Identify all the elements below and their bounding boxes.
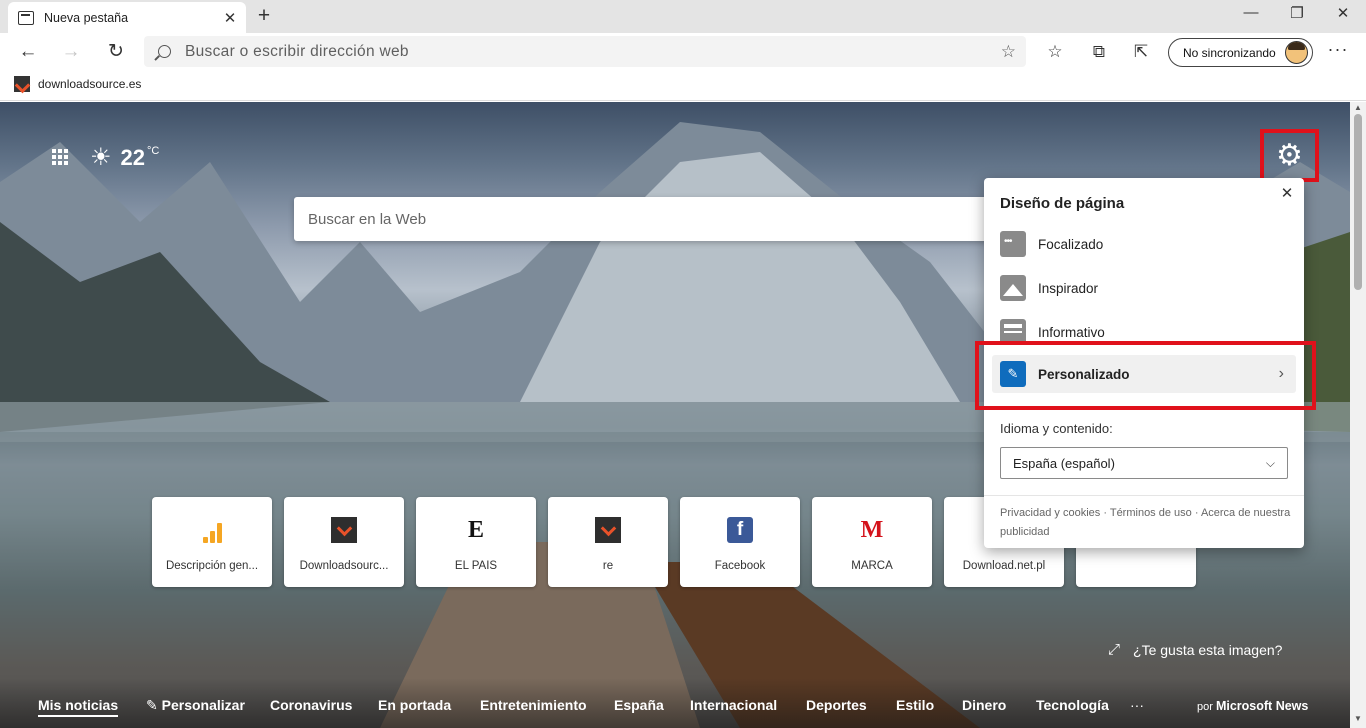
tile-label: MARCA <box>851 560 893 572</box>
scrollbar-thumb[interactable] <box>1354 114 1362 290</box>
like-image-label: ¿Te gusta esta imagen? <box>1133 641 1283 658</box>
news-tab-internacional[interactable]: Internacional <box>690 697 777 713</box>
address-bar[interactable]: Buscar o escribir dirección web ☆ <box>144 36 1026 67</box>
new-tab-button[interactable]: + <box>252 4 276 28</box>
pencil-icon: ✎ <box>146 697 158 713</box>
flyout-title: Diseño de página <box>1000 195 1125 212</box>
layout-option-focalizado[interactable]: Focalizado <box>1000 231 1288 257</box>
privacy-links[interactable]: Privacidad y cookies · Términos de uso ·… <box>1000 504 1292 542</box>
focused-layout-icon <box>1000 231 1026 257</box>
collections-icon[interactable]: ⧉ <box>1086 39 1112 65</box>
marca-icon: M <box>860 516 884 543</box>
page-icon <box>18 10 34 25</box>
news-tab-deportes[interactable]: Deportes <box>806 697 867 713</box>
quick-link-tile[interactable]: re <box>548 497 668 587</box>
highlight-box <box>975 341 1316 410</box>
scroll-up-icon[interactable]: ▲ <box>1353 103 1363 112</box>
scroll-down-icon[interactable]: ▼ <box>1353 714 1363 723</box>
layout-option-inspirador[interactable]: Inspirador <box>1000 275 1288 301</box>
news-tab-dinero[interactable]: Dinero <box>962 697 1006 713</box>
news-tab-espana[interactable]: España <box>614 697 664 713</box>
inspirational-layout-icon <box>1000 275 1026 301</box>
layout-option-label: Informativo <box>1038 324 1105 340</box>
powered-by-prefix: por <box>1197 701 1213 713</box>
tile-label: Descripción gen... <box>165 560 259 572</box>
web-search-input[interactable]: Buscar en la Web <box>308 211 426 228</box>
quick-link-tile[interactable]: E EL PAÍS <box>416 497 536 587</box>
forward-icon[interactable]: → <box>57 39 85 65</box>
tab-new-tab[interactable]: Nueva pestaña ✕ <box>8 2 246 33</box>
share-icon[interactable]: ⇱ <box>1128 39 1154 65</box>
back-icon[interactable]: ← <box>14 39 42 65</box>
like-image-link[interactable]: ⤢ ¿Te gusta esta imagen? <box>1108 641 1282 658</box>
divider <box>984 495 1304 496</box>
temperature: 22 <box>120 144 145 170</box>
more-icon[interactable]: ··· <box>1326 39 1350 60</box>
microsoft-news-logo: Microsoft News <box>1215 699 1309 713</box>
scrollbar[interactable]: ▲ ▼ <box>1350 102 1366 728</box>
news-more-icon[interactable]: ··· <box>1130 697 1144 713</box>
language-label: Idioma y contenido: <box>1000 421 1113 436</box>
avatar <box>1285 41 1308 64</box>
downloadsource-icon <box>331 517 357 543</box>
favorites-icon[interactable]: ☆ <box>1042 39 1068 65</box>
tile-label: Download.net.pl <box>962 560 1046 572</box>
tab-title: Nueva pestaña <box>44 10 129 25</box>
address-input[interactable]: Buscar o escribir dirección web <box>185 43 1001 61</box>
gear-icon: ⚙ <box>1276 139 1303 172</box>
sync-status: No sincronizando <box>1183 45 1276 60</box>
facebook-icon: f <box>727 517 753 543</box>
tile-label: re <box>602 560 614 572</box>
news-navigation: Mis noticias ✎ Personalizar Coronavirus … <box>0 678 1350 728</box>
bookmark-downloadsource[interactable]: downloadsource.es <box>14 76 141 92</box>
title-bar: Nueva pestaña ✕ + — ❐ ✕ <box>0 0 1366 33</box>
quick-link-tile[interactable]: f Facebook <box>680 497 800 587</box>
chevron-down-icon: ⌵ <box>1265 455 1275 470</box>
restore-button[interactable]: ❐ <box>1274 4 1320 22</box>
news-tab-estilo[interactable]: Estilo <box>896 697 934 713</box>
refresh-icon[interactable]: ↻ <box>102 39 130 65</box>
el-pais-icon: E <box>467 516 484 543</box>
minimize-button[interactable]: — <box>1228 4 1274 21</box>
expand-icon: ⤢ <box>1108 641 1121 658</box>
quick-link-tile[interactable]: M MARCA <box>812 497 932 587</box>
profile-button[interactable]: No sincronizando <box>1168 38 1313 67</box>
tile-label: Downloadsourc... <box>299 560 389 572</box>
layout-option-label: Focalizado <box>1038 236 1104 252</box>
browser-toolbar: ← → ↻ Buscar o escribir dirección web ☆ … <box>0 33 1366 70</box>
sun-icon: ☀ <box>90 144 112 171</box>
analytics-icon <box>199 517 225 543</box>
search-icon <box>158 45 171 58</box>
close-window-button[interactable]: ✕ <box>1320 4 1366 22</box>
downloadsource-icon <box>595 517 621 543</box>
news-tab-label: Personalizar <box>161 697 245 713</box>
bookmark-label: downloadsource.es <box>38 77 142 91</box>
apps-grid-icon[interactable] <box>52 149 68 165</box>
news-tab-personalizar[interactable]: ✎ Personalizar <box>146 697 245 714</box>
new-tab-page: ☀ 22 °C ⚙ Buscar en la Web Descripción g… <box>0 102 1366 728</box>
web-search-box[interactable]: Buscar en la Web <box>294 197 994 241</box>
news-tab-en-portada[interactable]: En portada <box>378 697 451 713</box>
tile-label: Facebook <box>714 560 766 572</box>
language-select[interactable]: España (español) ⌵ <box>1000 447 1288 479</box>
weather-widget[interactable]: ☀ 22 °C <box>90 143 159 172</box>
favorite-star-icon[interactable]: ☆ <box>1001 42 1016 62</box>
powered-by: por Microsoft News <box>1197 699 1308 713</box>
close-icon[interactable]: ✕ <box>1280 184 1294 202</box>
temperature-unit: °C <box>147 145 160 157</box>
tile-label: EL PAÍS <box>454 560 498 572</box>
downloadsource-icon <box>14 76 30 92</box>
quick-link-tile[interactable]: Descripción gen... <box>152 497 272 587</box>
page-settings-button[interactable]: ⚙ <box>1260 129 1319 182</box>
favorites-bar: downloadsource.es <box>0 70 1366 101</box>
tab-close-icon[interactable]: ✕ <box>222 9 238 27</box>
news-tab-mis-noticias[interactable]: Mis noticias <box>38 697 119 717</box>
language-value: España (español) <box>1013 455 1115 471</box>
layout-option-label: Inspirador <box>1038 280 1099 296</box>
news-tab-tecnologia[interactable]: Tecnología <box>1036 697 1109 713</box>
news-tab-coronavirus[interactable]: Coronavirus <box>270 697 352 713</box>
quick-link-tile[interactable]: Downloadsourc... <box>284 497 404 587</box>
news-tab-entretenimiento[interactable]: Entretenimiento <box>480 697 587 713</box>
